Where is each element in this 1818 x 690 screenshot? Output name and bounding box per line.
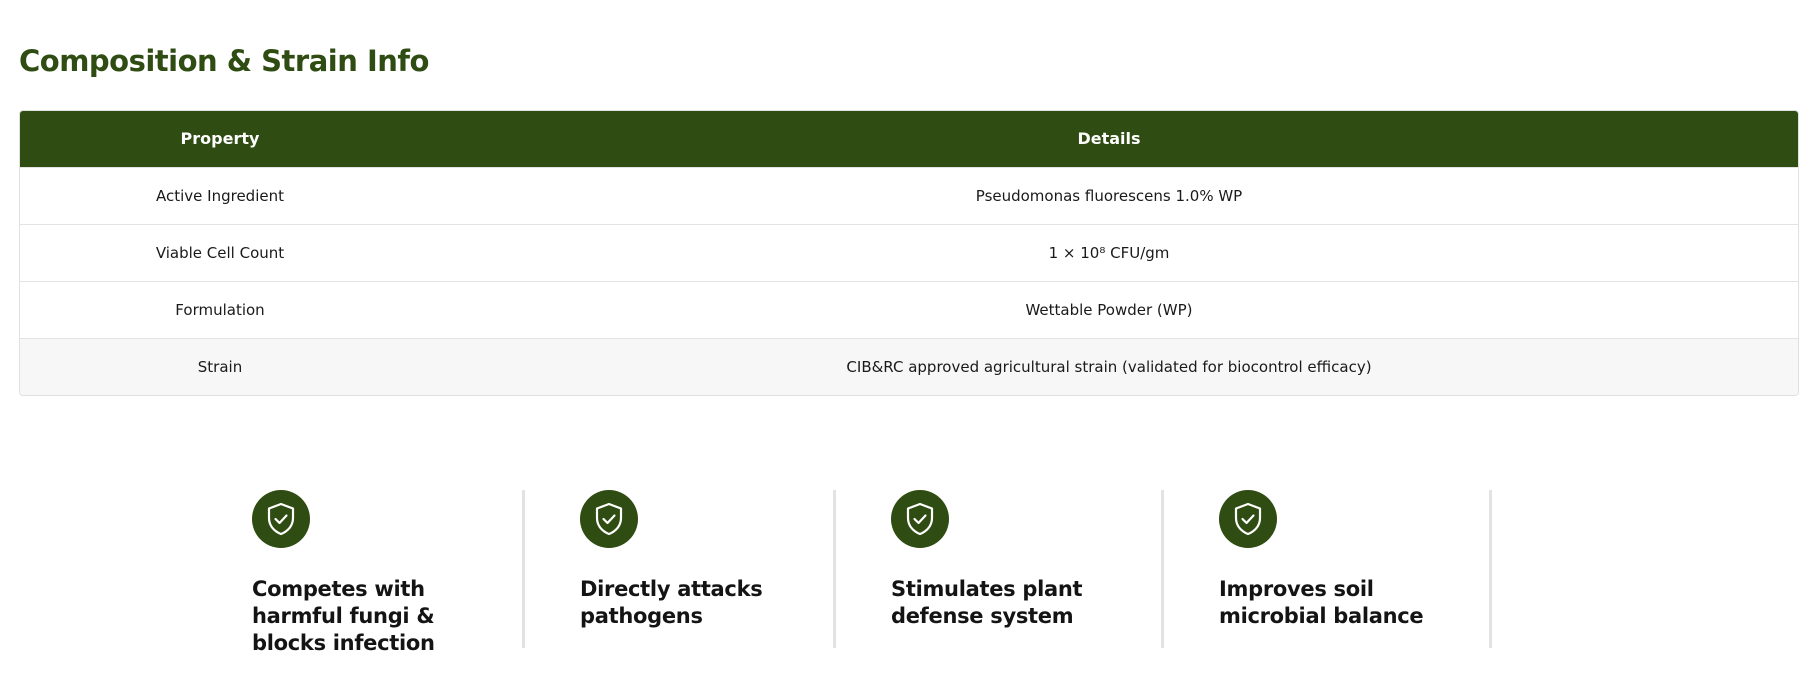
column-header-property: Property — [180, 129, 260, 149]
feature-text: Stimulates plant defense system — [891, 577, 1083, 628]
column-header-details: Details — [1077, 129, 1141, 149]
table-row: Formulation Wettable Powder (WP) — [20, 281, 1798, 338]
section-title: Composition & Strain Info — [19, 44, 429, 78]
composition-table: Property Details Active Ingredient Pseud… — [19, 110, 1799, 396]
property-cell: Active Ingredient — [156, 186, 284, 205]
feature-item: Stimulates plant defense system — [836, 490, 1164, 648]
shield-check-icon — [1219, 490, 1277, 548]
table-row: Active Ingredient Pseudomonas fluorescen… — [20, 167, 1798, 224]
feature-item: Directly attacks pathogens — [525, 490, 836, 648]
details-cell: CIB&RC approved agricultural strain (val… — [846, 357, 1372, 376]
details-cell: Pseudomonas fluorescens 1.0% WP — [975, 186, 1243, 205]
feature-text: Improves soil microbial balance — [1219, 577, 1424, 628]
feature-list: Competes with harmful fungi & blocks inf… — [252, 490, 1492, 655]
feature-text: Directly attacks pathogens — [580, 577, 763, 628]
feature-text: Competes with harmful fungi & blocks inf… — [252, 577, 435, 655]
details-cell: 1 × 10⁸ CFU/gm — [1048, 243, 1170, 262]
shield-check-icon — [580, 490, 638, 548]
table-row: Strain CIB&RC approved agricultural stra… — [20, 338, 1798, 395]
shield-check-icon — [891, 490, 949, 548]
feature-item: Improves soil microbial balance — [1164, 490, 1492, 648]
property-cell: Viable Cell Count — [155, 243, 285, 262]
property-cell: Strain — [197, 357, 243, 376]
property-cell: Formulation — [175, 300, 265, 319]
table-row: Viable Cell Count 1 × 10⁸ CFU/gm — [20, 224, 1798, 281]
feature-item: Competes with harmful fungi & blocks inf… — [252, 490, 525, 655]
details-cell: Wettable Powder (WP) — [1025, 300, 1193, 319]
shield-check-icon — [252, 490, 310, 548]
table-header-row: Property Details — [20, 111, 1798, 167]
